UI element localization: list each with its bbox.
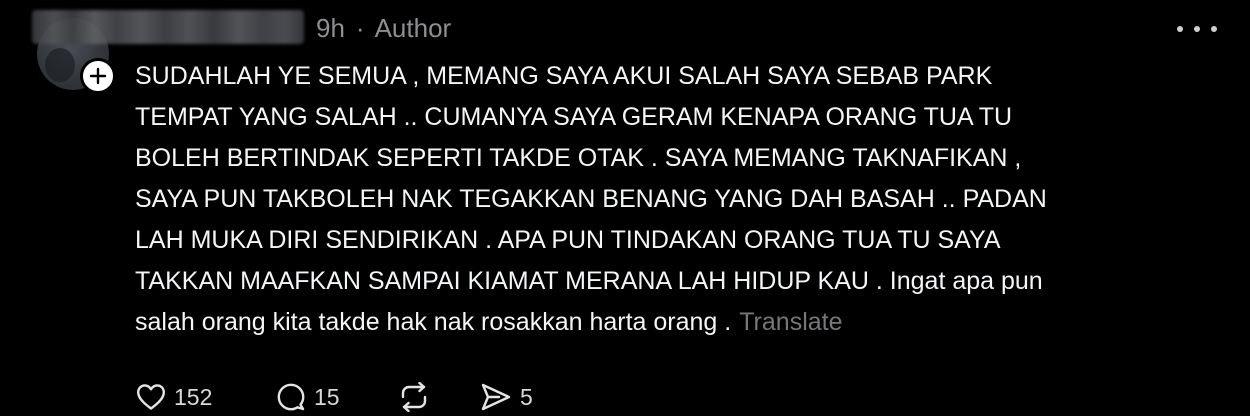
- more-dot: [1211, 26, 1217, 32]
- comment-post: 9h · Author SUDAHLAH YE SEMUA , MEMANG S…: [0, 0, 1250, 416]
- reply-button[interactable]: 15: [276, 378, 398, 416]
- post-body-line: SAYA PUN TAKBOLEH NAK TEGAKKAN BENANG YA…: [135, 185, 1047, 213]
- post-meta: 9h · Author: [316, 13, 451, 43]
- translate-link[interactable]: Translate: [739, 308, 842, 336]
- more-dot: [1194, 26, 1200, 32]
- post-time: 9h: [316, 12, 345, 43]
- author-label: Author: [374, 12, 452, 43]
- like-count: 152: [174, 383, 213, 410]
- follow-button[interactable]: [80, 58, 116, 94]
- repost-button[interactable]: [398, 378, 480, 416]
- more-options-button[interactable]: [1177, 18, 1217, 40]
- username-redacted: [32, 10, 304, 44]
- more-dot: [1177, 26, 1183, 32]
- comment-bubble-icon: [277, 383, 305, 411]
- post-body-line: TAKKAN MAAFKAN SAMPAI KIAMAT MERANA LAH …: [135, 267, 1043, 295]
- post-body-line: TEMPAT YANG SALAH .. CUMANYA SAYA GERAM …: [135, 103, 1013, 131]
- share-button[interactable]: 5: [480, 378, 533, 416]
- post-body-line: BOLEH BERTINDAK SEPERTI TAKDE OTAK . SAY…: [135, 144, 1022, 172]
- plus-icon: [89, 67, 107, 85]
- reply-count: 15: [314, 383, 340, 410]
- share-count: 5: [520, 383, 533, 410]
- post-body-line: LAH MUKA DIRI SENDIRIKAN . APA PUN TINDA…: [135, 226, 1001, 254]
- avatar-shade: [45, 48, 75, 82]
- repost-icon: [401, 382, 427, 412]
- heart-icon: [137, 384, 165, 410]
- meta-separator: ·: [355, 12, 365, 43]
- post-body-line: salah orang kita takde hak nak rosakkan …: [135, 308, 732, 336]
- post-body-last-line: salah orang kita takde hak nak rosakkan …: [135, 302, 1235, 343]
- post-body-line: SUDAHLAH YE SEMUA , MEMANG SAYA AKUI SAL…: [135, 62, 993, 90]
- post-body: SUDAHLAH YE SEMUA , MEMANG SAYA AKUI SAL…: [135, 56, 1235, 343]
- like-button[interactable]: 152: [136, 378, 276, 416]
- action-bar: 152 15 5: [136, 378, 533, 416]
- send-icon: [481, 383, 511, 411]
